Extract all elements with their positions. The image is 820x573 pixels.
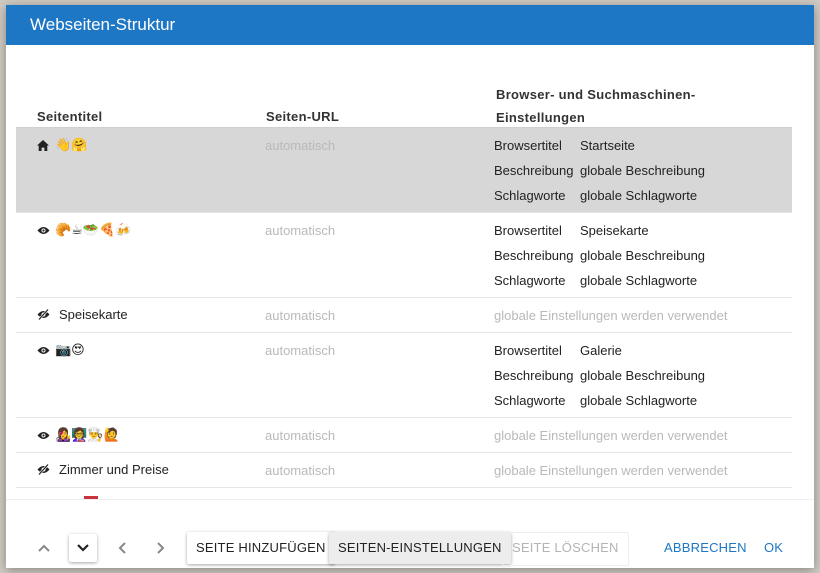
browsertitel-value: Galerie (580, 343, 622, 358)
site-structure-dialog: Webseiten-Struktur Seitentitel Seiten-UR… (6, 5, 814, 568)
browsertitel-value: Speisekarte (580, 223, 649, 238)
eye-off-icon (37, 464, 51, 475)
add-page-button[interactable]: Seite hinzufügen (187, 532, 335, 564)
page-title-emojis: 👋🤗 (55, 137, 88, 152)
eye-icon (37, 226, 51, 235)
eye-icon (37, 431, 51, 440)
home-icon (37, 139, 51, 151)
browsertitel-label: Browsertitel (494, 343, 562, 358)
row-title: Speisekarte (37, 307, 128, 322)
dialog-title: Webseiten-Struktur (6, 5, 814, 45)
page-url: automatisch (265, 308, 336, 323)
ok-button[interactable]: OK (755, 532, 792, 564)
browsertitel-label: Browsertitel (494, 223, 562, 238)
row-title: 📷😍 (37, 342, 85, 358)
page-url: automatisch (265, 343, 336, 358)
delete-page-button[interactable]: Seite löschen (502, 532, 629, 566)
page-url: automatisch (265, 223, 336, 238)
table-row[interactable]: 👋🤗 automatisch Browsertitel Startseite Be… (16, 127, 792, 213)
eye-off-icon (37, 309, 51, 320)
column-header-settings: Browser- und Suchmaschinen-Einstellungen (496, 87, 696, 125)
row-title: Zimmer und Preise (37, 462, 169, 477)
beschreibung-value: globale Beschreibung (580, 248, 706, 263)
dialog-footer: Seite hinzufügen Seiten-Einstellungen Se… (6, 499, 814, 568)
beschreibung-value: globale Beschreibung (580, 163, 706, 178)
row-title: 🥐☕🥗🍕🍻 (37, 222, 131, 238)
page-settings-button[interactable]: Seiten-Einstellungen (329, 532, 511, 564)
settings-details: Browsertitel Startseite Beschreibung globa… (494, 138, 705, 213)
row-title: 👋🤗 (37, 137, 87, 153)
cancel-button[interactable]: Abbrechen (655, 532, 756, 564)
global-settings-note: globale Einstellungen werden verwendet (494, 428, 728, 443)
page-url: automatisch (265, 138, 336, 153)
page-name: Zimmer und Preise (59, 462, 169, 477)
schlagworte-label: Schlagworte (494, 393, 566, 408)
beschreibung-value: globale Beschreibung (580, 368, 706, 383)
page-list: 👋🤗 automatisch Browsertitel Startseite Be… (16, 127, 792, 499)
table-header: Seitentitel Seiten-URL Browser- und Such… (16, 71, 792, 127)
schlagworte-value: globale Schlagworte (580, 188, 698, 203)
table-row[interactable]: 👩‍🎤👩‍🏫👨‍🍳🙋 automatisch globale Einstellu… (16, 418, 792, 453)
page-url: automatisch (265, 428, 336, 443)
beschreibung-label: Beschreibung (494, 368, 574, 383)
column-header-page-title: Seitentitel (37, 109, 103, 124)
page-name: Speisekarte (59, 307, 128, 322)
table-row-partial[interactable] (16, 488, 792, 499)
move-up-button[interactable] (30, 534, 58, 562)
table-row[interactable]: 🥐☕🥗🍕🍻 automatisch Browsertitel Speisekart… (16, 213, 792, 298)
browsertitel-label: Browsertitel (494, 138, 562, 153)
table-row[interactable]: Speisekarte automatisch globale Einstell… (16, 298, 792, 333)
row-title: 👩‍🎤👩‍🏫👨‍🍳🙋 (37, 427, 120, 443)
global-settings-note: globale Einstellungen werden verwendet (494, 463, 728, 478)
page-title-emojis: 👩‍🎤👩‍🏫👨‍🍳🙋 (55, 427, 120, 442)
page-title-emojis: 📷😍 (55, 342, 85, 357)
chevron-left-icon (118, 542, 126, 554)
beschreibung-label: Beschreibung (494, 248, 574, 263)
schlagworte-value: globale Schlagworte (580, 393, 698, 408)
move-down-button[interactable] (69, 534, 97, 562)
eye-icon (37, 346, 51, 355)
page-title-emojis: 🥐☕🥗🍕🍻 (55, 222, 132, 237)
table-row[interactable]: Zimmer und Preise automatisch globale Ei… (16, 453, 792, 488)
schlagworte-label: Schlagworte (494, 188, 566, 203)
chevron-right-icon (157, 542, 165, 554)
chevron-down-icon (77, 544, 89, 552)
beschreibung-label: Beschreibung (494, 163, 574, 178)
schlagworte-label: Schlagworte (494, 273, 566, 288)
settings-details: Browsertitel Speisekarte Beschreibung glob… (494, 223, 705, 298)
page-url: automatisch (265, 463, 336, 478)
schlagworte-value: globale Schlagworte (580, 273, 698, 288)
global-settings-note: globale Einstellungen werden verwendet (494, 308, 728, 323)
outdent-button[interactable] (108, 534, 136, 562)
settings-details: Browsertitel Galerie Beschreibung globale … (494, 343, 705, 418)
indent-button[interactable] (147, 534, 175, 562)
table-row[interactable]: 📷😍 automatisch Browsertitel Galerie Besch… (16, 333, 792, 418)
column-header-page-url: Seiten-URL (266, 109, 340, 124)
browsertitel-value: Startseite (580, 138, 635, 153)
chevron-up-icon (38, 544, 50, 552)
